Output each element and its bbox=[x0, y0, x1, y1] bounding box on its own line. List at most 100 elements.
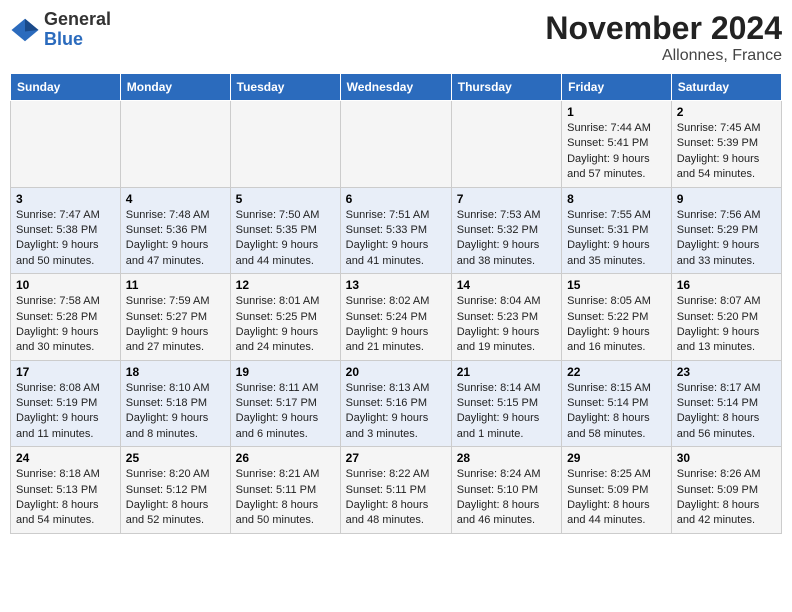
weekday-wednesday: Wednesday bbox=[340, 74, 451, 101]
logo-icon bbox=[10, 15, 40, 45]
day-number: 3 bbox=[16, 192, 115, 206]
day-number: 11 bbox=[126, 278, 225, 292]
day-info: Sunrise: 8:15 AM Sunset: 5:14 PM Dayligh… bbox=[567, 381, 666, 443]
day-number: 15 bbox=[567, 278, 666, 292]
day-number: 17 bbox=[16, 365, 115, 379]
day-number: 19 bbox=[236, 365, 335, 379]
day-info: Sunrise: 8:26 AM Sunset: 5:09 PM Dayligh… bbox=[677, 467, 776, 529]
day-info: Sunrise: 8:05 AM Sunset: 5:22 PM Dayligh… bbox=[567, 294, 666, 356]
day-cell: 12Sunrise: 8:01 AM Sunset: 5:25 PM Dayli… bbox=[230, 274, 340, 361]
month-title: November 2024 bbox=[545, 10, 782, 47]
day-info: Sunrise: 7:55 AM Sunset: 5:31 PM Dayligh… bbox=[567, 208, 666, 270]
day-cell: 19 Sunrise: 8:11 AM Sunset: 5:17 PM Dayli… bbox=[230, 360, 340, 447]
day-number: 10 bbox=[16, 278, 115, 292]
day-info: Sunrise: 7:59 AM Sunset: 5:27 PM Dayligh… bbox=[126, 294, 225, 356]
day-cell: 26 Sunrise: 8:21 AM Sunset: 5:11 PM Dayli… bbox=[230, 447, 340, 534]
calendar-table: SundayMondayTuesdayWednesdayThursdayFrid… bbox=[10, 73, 782, 534]
day-number: 6 bbox=[346, 192, 446, 206]
day-cell: 5 Sunrise: 7:50 AM Sunset: 5:35 PM Daylig… bbox=[230, 187, 340, 274]
day-info: Sunrise: 8:17 AM Sunset: 5:14 PM Dayligh… bbox=[677, 381, 776, 443]
day-info: Sunrise: 7:51 AM Sunset: 5:33 PM Dayligh… bbox=[346, 208, 446, 270]
day-cell: 9Sunrise: 7:56 AM Sunset: 5:29 PM Daylig… bbox=[671, 187, 781, 274]
day-cell: 7Sunrise: 7:53 AM Sunset: 5:32 PM Daylig… bbox=[451, 187, 561, 274]
day-info: Sunrise: 7:50 AM Sunset: 5:35 PM Dayligh… bbox=[236, 208, 335, 270]
day-info: Sunrise: 8:25 AM Sunset: 5:09 PM Dayligh… bbox=[567, 467, 666, 529]
day-cell: 11 Sunrise: 7:59 AM Sunset: 5:27 PM Dayli… bbox=[120, 274, 230, 361]
day-cell bbox=[451, 101, 561, 188]
day-cell: 1Sunrise: 7:44 AM Sunset: 5:41 PM Daylig… bbox=[562, 101, 672, 188]
weekday-monday: Monday bbox=[120, 74, 230, 101]
day-number: 22 bbox=[567, 365, 666, 379]
day-info: Sunrise: 8:18 AM Sunset: 5:13 PM Dayligh… bbox=[16, 467, 115, 529]
day-info: Sunrise: 8:11 AM Sunset: 5:17 PM Dayligh… bbox=[236, 381, 335, 443]
day-number: 30 bbox=[677, 451, 776, 465]
calendar-body: 1Sunrise: 7:44 AM Sunset: 5:41 PM Daylig… bbox=[11, 101, 782, 534]
day-number: 28 bbox=[457, 451, 556, 465]
day-info: Sunrise: 8:24 AM Sunset: 5:10 PM Dayligh… bbox=[457, 467, 556, 529]
day-number: 27 bbox=[346, 451, 446, 465]
logo-blue-text: Blue bbox=[44, 29, 83, 49]
day-info: Sunrise: 8:07 AM Sunset: 5:20 PM Dayligh… bbox=[677, 294, 776, 356]
day-number: 4 bbox=[126, 192, 225, 206]
day-number: 21 bbox=[457, 365, 556, 379]
day-cell: 24 Sunrise: 8:18 AM Sunset: 5:13 PM Dayli… bbox=[11, 447, 121, 534]
week-row-5: 24 Sunrise: 8:18 AM Sunset: 5:13 PM Dayli… bbox=[11, 447, 782, 534]
weekday-friday: Friday bbox=[562, 74, 672, 101]
day-number: 8 bbox=[567, 192, 666, 206]
day-number: 1 bbox=[567, 105, 666, 119]
day-cell: 8 Sunrise: 7:55 AM Sunset: 5:31 PM Daylig… bbox=[562, 187, 672, 274]
day-number: 26 bbox=[236, 451, 335, 465]
day-cell bbox=[11, 101, 121, 188]
day-info: Sunrise: 8:04 AM Sunset: 5:23 PM Dayligh… bbox=[457, 294, 556, 356]
day-info: Sunrise: 8:20 AM Sunset: 5:12 PM Dayligh… bbox=[126, 467, 225, 529]
day-info: Sunrise: 7:48 AM Sunset: 5:36 PM Dayligh… bbox=[126, 208, 225, 270]
day-cell: 16 Sunrise: 8:07 AM Sunset: 5:20 PM Dayli… bbox=[671, 274, 781, 361]
day-cell: 6 Sunrise: 7:51 AM Sunset: 5:33 PM Daylig… bbox=[340, 187, 451, 274]
day-cell bbox=[120, 101, 230, 188]
week-row-3: 10Sunrise: 7:58 AM Sunset: 5:28 PM Dayli… bbox=[11, 274, 782, 361]
weekday-sunday: Sunday bbox=[11, 74, 121, 101]
day-cell: 21Sunrise: 8:14 AM Sunset: 5:15 PM Dayli… bbox=[451, 360, 561, 447]
weekday-header-row: SundayMondayTuesdayWednesdayThursdayFrid… bbox=[11, 74, 782, 101]
day-number: 7 bbox=[457, 192, 556, 206]
day-cell: 17 Sunrise: 8:08 AM Sunset: 5:19 PM Dayli… bbox=[11, 360, 121, 447]
day-number: 14 bbox=[457, 278, 556, 292]
day-number: 12 bbox=[236, 278, 335, 292]
day-number: 18 bbox=[126, 365, 225, 379]
day-cell: 15 Sunrise: 8:05 AM Sunset: 5:22 PM Dayli… bbox=[562, 274, 672, 361]
day-cell: 28 Sunrise: 8:24 AM Sunset: 5:10 PM Dayli… bbox=[451, 447, 561, 534]
day-info: Sunrise: 7:45 AM Sunset: 5:39 PM Dayligh… bbox=[677, 121, 776, 183]
day-number: 25 bbox=[126, 451, 225, 465]
day-cell: 18 Sunrise: 8:10 AM Sunset: 5:18 PM Dayli… bbox=[120, 360, 230, 447]
day-number: 2 bbox=[677, 105, 776, 119]
logo-general-text: General bbox=[44, 9, 111, 29]
day-cell: 14 Sunrise: 8:04 AM Sunset: 5:23 PM Dayli… bbox=[451, 274, 561, 361]
day-info: Sunrise: 7:56 AM Sunset: 5:29 PM Dayligh… bbox=[677, 208, 776, 270]
day-number: 16 bbox=[677, 278, 776, 292]
week-row-1: 1Sunrise: 7:44 AM Sunset: 5:41 PM Daylig… bbox=[11, 101, 782, 188]
day-info: Sunrise: 8:22 AM Sunset: 5:11 PM Dayligh… bbox=[346, 467, 446, 529]
day-cell: 30 Sunrise: 8:26 AM Sunset: 5:09 PM Dayli… bbox=[671, 447, 781, 534]
day-number: 5 bbox=[236, 192, 335, 206]
day-cell: 4 Sunrise: 7:48 AM Sunset: 5:36 PM Daylig… bbox=[120, 187, 230, 274]
title-area: November 2024 Allonnes, France bbox=[545, 10, 782, 65]
day-cell: 22 Sunrise: 8:15 AM Sunset: 5:14 PM Dayli… bbox=[562, 360, 672, 447]
day-cell bbox=[230, 101, 340, 188]
day-number: 13 bbox=[346, 278, 446, 292]
day-number: 20 bbox=[346, 365, 446, 379]
logo: General Blue bbox=[10, 10, 111, 50]
day-number: 24 bbox=[16, 451, 115, 465]
week-row-2: 3Sunrise: 7:47 AM Sunset: 5:38 PM Daylig… bbox=[11, 187, 782, 274]
day-info: Sunrise: 8:02 AM Sunset: 5:24 PM Dayligh… bbox=[346, 294, 446, 356]
day-cell: 13 Sunrise: 8:02 AM Sunset: 5:24 PM Dayli… bbox=[340, 274, 451, 361]
day-info: Sunrise: 8:10 AM Sunset: 5:18 PM Dayligh… bbox=[126, 381, 225, 443]
header: General Blue November 2024 Allonnes, Fra… bbox=[10, 10, 782, 65]
day-cell bbox=[340, 101, 451, 188]
logo-text: General Blue bbox=[44, 10, 111, 50]
day-cell: 2 Sunrise: 7:45 AM Sunset: 5:39 PM Daylig… bbox=[671, 101, 781, 188]
day-info: Sunrise: 8:21 AM Sunset: 5:11 PM Dayligh… bbox=[236, 467, 335, 529]
day-info: Sunrise: 8:08 AM Sunset: 5:19 PM Dayligh… bbox=[16, 381, 115, 443]
weekday-saturday: Saturday bbox=[671, 74, 781, 101]
location-title: Allonnes, France bbox=[545, 47, 782, 65]
day-number: 23 bbox=[677, 365, 776, 379]
